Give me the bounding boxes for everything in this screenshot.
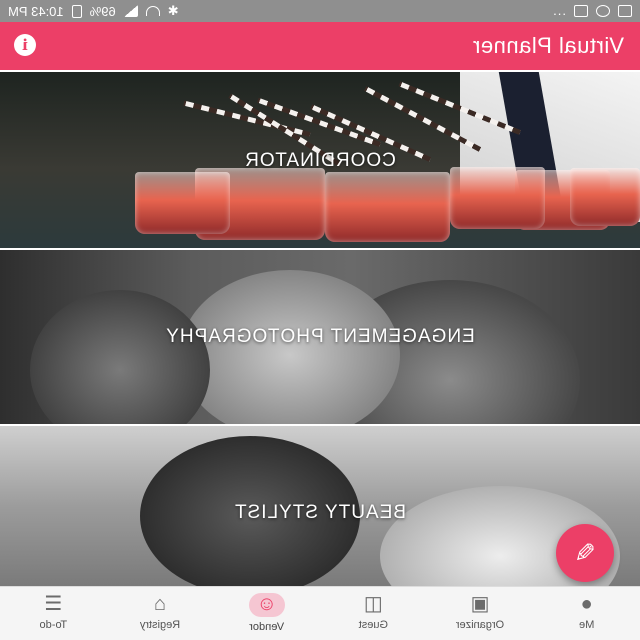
info-icon[interactable]: i (14, 34, 36, 56)
organizer-icon: ▣ (470, 593, 490, 615)
battery-percent: 69% (89, 3, 116, 19)
category-beauty-stylist[interactable]: BEAUTY STYLIST (0, 426, 640, 586)
app-bar: Virtual Planner i (0, 22, 640, 70)
vendor-icon: ☺ (248, 593, 285, 617)
message-icon (574, 4, 588, 17)
category-label: ENGAGEMENT PHOTOGRAPHY (165, 326, 475, 347)
bluetooth-icon: ✱ (167, 3, 179, 18)
nav-item-guest[interactable]: ◫ Guest (320, 587, 427, 640)
status-overflow: ... (552, 3, 566, 18)
battery-icon (71, 4, 82, 18)
nav-item-organizer[interactable]: ▣ Organizer (427, 587, 534, 640)
nav-label: To-do (39, 619, 68, 631)
category-coordinator[interactable]: COORDINATOR (0, 72, 640, 248)
notification-icon (618, 4, 632, 17)
nav-label: Registry (139, 619, 181, 631)
signal-icon (123, 5, 138, 17)
edit-fab-button[interactable]: ✎ (556, 524, 614, 582)
nav-item-registry[interactable]: ⌂ Registry (107, 587, 214, 640)
photo-glass (570, 168, 640, 226)
nav-item-vendor[interactable]: ☺ Vendor (213, 587, 320, 640)
category-label: BEAUTY STYLIST (233, 502, 407, 523)
photo-glass (325, 172, 450, 242)
category-engagement-photography[interactable]: ENGAGEMENT PHOTOGRAPHY (0, 250, 640, 424)
nav-item-todo[interactable]: ☰ To-do (0, 587, 107, 640)
page-title: Virtual Planner (472, 33, 624, 58)
checklist-icon: ☰ (44, 593, 63, 615)
wifi-icon (145, 6, 160, 16)
pencil-icon: ✎ (574, 538, 596, 568)
app-screen: ... ✱ 69% 10:43 PM Virtual Planner i COO… (0, 0, 640, 640)
gift-icon: ⌂ (153, 593, 167, 615)
photo-woman (30, 290, 210, 424)
nav-label: Me (579, 619, 595, 631)
person-icon: ● (580, 593, 593, 615)
bottom-navigation: ● Me ▣ Organizer ◫ Guest ☺ Vendor ⌂ Regi… (0, 586, 640, 640)
status-bar: ... ✱ 69% 10:43 PM (0, 0, 640, 22)
photo-glass (450, 167, 545, 229)
category-label: COORDINATOR (244, 150, 396, 171)
nav-item-me[interactable]: ● Me (533, 587, 640, 640)
nav-label: Guest (358, 619, 388, 631)
guests-icon: ◫ (363, 593, 383, 615)
nav-label: Organizer (455, 619, 505, 631)
photo-glass (135, 172, 230, 234)
timer-icon (596, 4, 610, 17)
nav-label: Vendor (249, 621, 285, 633)
clock: 10:43 PM (8, 3, 64, 19)
